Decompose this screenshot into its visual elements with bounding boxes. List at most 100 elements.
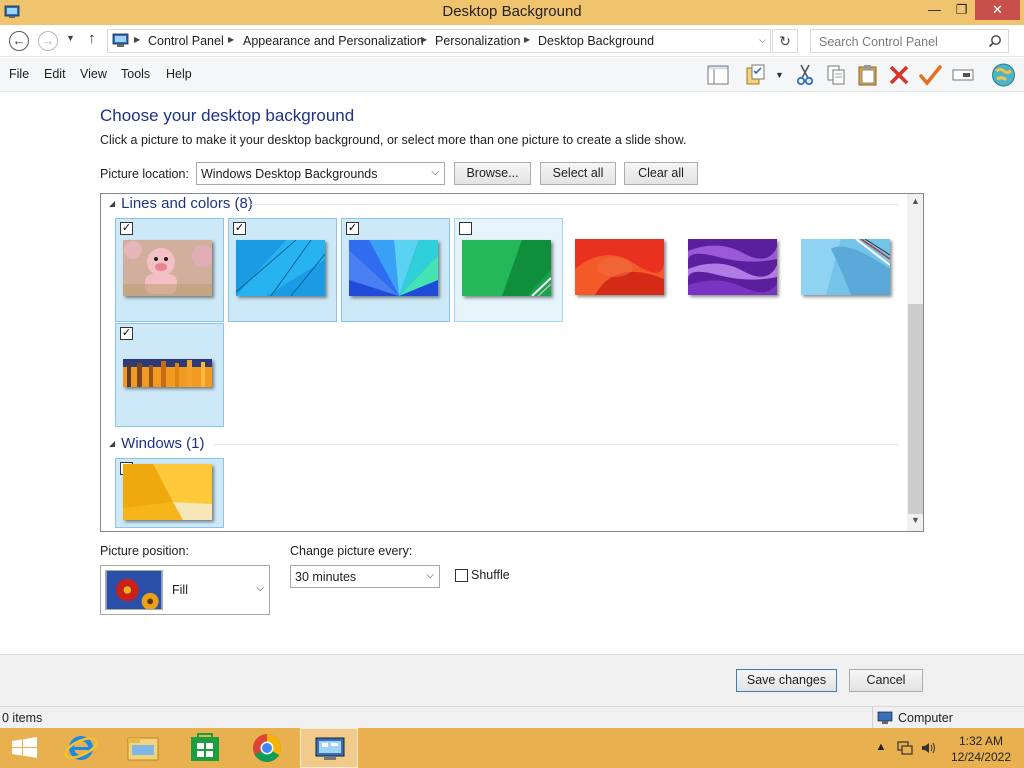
wallpaper-tile-orange-bars[interactable]: ✓ [115,323,224,427]
shuffle-label[interactable]: Shuffle [471,568,510,582]
properties-dropdown-icon[interactable]: ▼ [775,70,784,80]
breadcrumb-separator-icon[interactable]: ▶ [134,35,140,44]
close-button[interactable]: ✕ [975,0,1020,20]
internet-explorer-icon[interactable] [52,728,110,768]
taskbar-clock[interactable]: 1:32 AM 12/24/2022 [948,733,1014,765]
select-all-button[interactable]: Select all [540,162,616,185]
maximize-button[interactable]: ❐ [948,0,975,20]
status-divider [872,707,873,729]
layout-pane-icon[interactable] [706,63,730,87]
breadcrumb-separator-icon[interactable]: ▶ [421,35,427,44]
file-explorer-icon[interactable] [114,728,172,768]
breadcrumb-appearance[interactable]: Appearance and Personalization [243,34,424,48]
delete-icon[interactable] [887,63,911,87]
wallpaper-tile-blue-lines[interactable]: ✓ [228,218,337,322]
change-interval-select[interactable]: 30 minutes ⌵ [290,565,440,588]
breadcrumb-separator-icon[interactable]: ▶ [524,35,530,44]
menu-view[interactable]: View [80,67,107,81]
status-bar: 0 items Computer [0,706,1024,729]
wallpaper-tile-cartoon[interactable]: ✓ [115,218,224,322]
chrome-icon[interactable] [238,728,296,768]
wallpaper-thumbnail-red[interactable] [575,239,664,295]
paste-icon[interactable] [856,63,880,87]
wallpaper-thumbnail [123,464,212,520]
network-icon[interactable] [897,741,913,755]
tile-checkbox[interactable]: ✓ [346,222,359,235]
menu-bar: File Edit View Tools Help ▼ [0,58,1024,92]
main-content: Choose your desktop background Click a p… [0,92,1024,654]
page-instructions: Click a picture to make it your desktop … [100,133,687,147]
address-history-chevron-icon[interactable]: ⌵ [759,35,766,46]
picture-location-value: Windows Desktop Backgrounds [201,167,378,181]
globe-icon[interactable] [990,62,1017,88]
chevron-down-icon: ⌵ [431,167,439,178]
wallpaper-thumbnail-purple[interactable] [688,239,777,295]
clear-all-button[interactable]: Clear all [624,162,698,185]
address-bar[interactable]: ▶ Control Panel ▶ Appearance and Persona… [107,29,771,53]
breadcrumb-separator-icon[interactable]: ▶ [228,35,234,44]
wallpaper-thumbnail [123,359,212,387]
menu-edit[interactable]: Edit [44,67,66,81]
control-panel-taskbar-button[interactable] [300,728,358,768]
breadcrumb-personalization[interactable]: Personalization [435,34,520,48]
group-divider [213,444,899,445]
search-icon[interactable] [988,34,1002,48]
group-header-lines-and-colors[interactable]: ◢ Lines and colors (8) [109,195,253,212]
breadcrumb-desktop-background[interactable]: Desktop Background [538,34,654,48]
tile-checkbox[interactable]: ✓ [120,327,133,340]
scroll-down-arrow-icon[interactable]: ▼ [907,515,923,529]
wallpaper-gallery[interactable]: ◢ Lines and colors (8) ✓ ✓ ✓ ✓ ◢ Windows… [100,193,924,532]
tile-checkbox[interactable]: ✓ [120,222,133,235]
tile-checkbox[interactable] [459,222,472,235]
page-heading: Choose your desktop background [100,106,355,125]
wallpaper-thumbnail-light-blue[interactable] [801,239,890,295]
title-bar: Desktop Background — ❐ ✕ [0,0,1024,25]
start-button[interactable] [0,728,58,768]
tile-checkbox[interactable]: ✓ [233,222,246,235]
address-row: ← → ▼ ↑ ▶ Control Panel ▶ Appearance and… [0,25,1024,57]
show-hidden-icons-icon[interactable]: ▲ [873,741,889,755]
search-box[interactable]: Search Control Panel [810,29,1009,53]
search-input[interactable]: Search Control Panel [819,35,938,49]
browse-button[interactable]: Browse... [454,162,531,185]
window-title: Desktop Background [442,3,582,20]
wallpaper-tile-green[interactable] [454,218,563,322]
flower-preview-image [105,570,163,610]
refresh-button[interactable]: ↻ [772,29,798,53]
scroll-up-arrow-icon[interactable]: ▲ [907,196,923,210]
picture-location-select[interactable]: Windows Desktop Backgrounds ⌵ [196,162,445,185]
cut-icon[interactable] [793,63,817,87]
minimize-button[interactable]: — [921,0,948,20]
menu-tools[interactable]: Tools [121,67,150,81]
recent-locations-dropdown[interactable]: ▼ [66,33,75,43]
up-button[interactable]: ↑ [88,30,96,47]
group-title: Windows (1) [121,435,205,452]
change-picture-label: Change picture every: [290,544,413,558]
menu-file[interactable]: File [9,67,29,81]
control-panel-icon [315,737,345,760]
scrollbar-thumb[interactable] [908,304,923,514]
shuffle-checkbox[interactable] [455,569,468,582]
change-interval-value: 30 minutes [295,570,357,584]
store-icon[interactable] [176,728,234,768]
volume-icon[interactable] [920,741,936,755]
check-icon[interactable] [918,63,942,87]
picture-position-select[interactable]: Fill ⌵ [100,565,270,615]
back-button[interactable]: ← [9,31,29,51]
collapse-triangle-icon[interactable]: ◢ [109,199,115,208]
gallery-scrollbar[interactable]: ▲ ▼ [907,194,923,531]
forward-button[interactable]: → [38,31,58,51]
menu-help[interactable]: Help [166,67,192,81]
breadcrumb-control-panel[interactable]: Control Panel [148,34,224,48]
save-changes-button[interactable]: Save changes [736,669,837,692]
copy-icon[interactable] [824,63,848,87]
collapse-triangle-icon[interactable]: ◢ [109,439,115,448]
control-panel-icon [112,33,129,47]
wallpaper-thumbnail [462,240,551,296]
properties-icon[interactable] [744,63,768,87]
group-header-windows[interactable]: ◢ Windows (1) [109,435,205,452]
wallpaper-tile-blue-fan[interactable]: ✓ [341,218,450,322]
rename-icon[interactable] [951,63,975,87]
wallpaper-tile-windows[interactable]: ✓ [115,458,224,528]
cancel-button[interactable]: Cancel [849,669,923,692]
